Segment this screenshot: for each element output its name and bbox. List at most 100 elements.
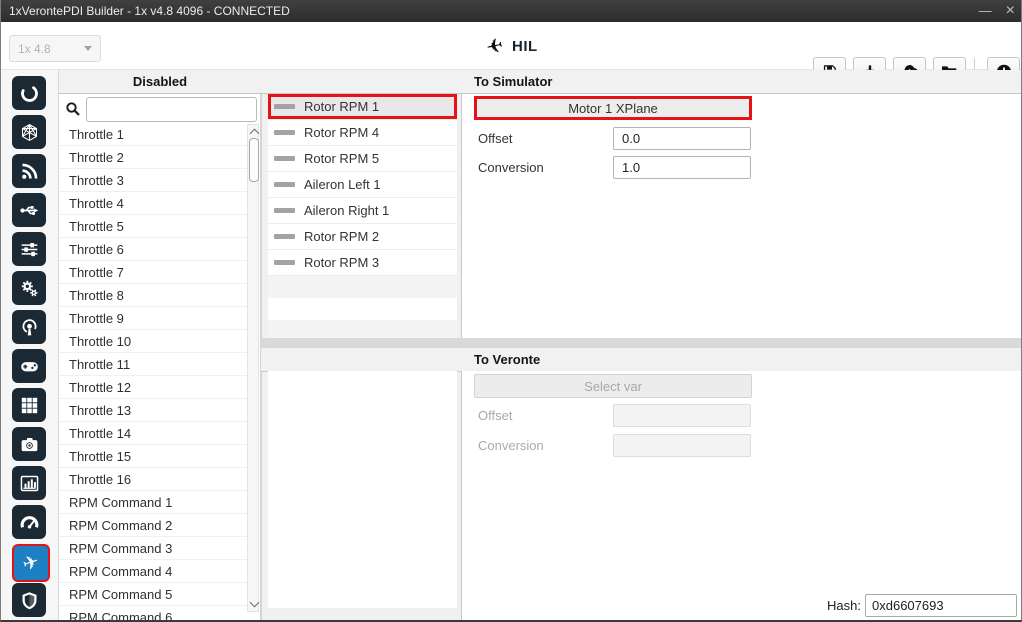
hash-input[interactable] <box>865 594 1017 617</box>
veronte-variables-list <box>268 371 457 608</box>
disabled-variable-item[interactable]: RPM Command 3 <box>59 537 247 560</box>
disabled-variable-item[interactable]: RPM Command 4 <box>59 560 247 583</box>
sidebar-item-stick[interactable] <box>12 349 46 383</box>
disabled-list-scrollbar[interactable] <box>247 124 259 612</box>
veronte-conversion-input <box>613 434 751 457</box>
simulator-conversion-input[interactable] <box>613 156 751 179</box>
disabled-variable-item[interactable]: Throttle 16 <box>59 468 247 491</box>
simulator-variable-item[interactable]: Aileron Right 1 <box>268 198 457 224</box>
drag-handle-icon[interactable] <box>274 182 295 187</box>
veronte-offset-label: Offset <box>478 408 512 423</box>
simulator-variable-item[interactable]: Rotor RPM 4 <box>268 120 457 146</box>
sliders-icon <box>19 239 40 260</box>
sidebar-item-connections[interactable] <box>12 193 46 227</box>
minimize-icon[interactable]: — <box>979 0 992 22</box>
simulator-variable-item[interactable]: Rotor RPM 2 <box>268 224 457 250</box>
section-divider <box>261 338 1022 348</box>
to-simulator-title: To Simulator <box>474 74 552 89</box>
sidebar-item-sensors[interactable] <box>12 310 46 344</box>
disabled-variable-item[interactable]: Throttle 4 <box>59 192 247 215</box>
empty-rows-stripes <box>268 276 457 338</box>
disabled-variable-item[interactable]: Throttle 15 <box>59 445 247 468</box>
window-title: 1xVerontePDI Builder - 1x v4.8 4096 - CO… <box>9 4 290 18</box>
sidebar-item-hil[interactable]: ✈ <box>12 544 50 582</box>
hexagon-mesh-icon <box>19 122 40 143</box>
sidebar-item-platform[interactable] <box>12 115 46 149</box>
to-veronte-header: To Veronte <box>261 348 1022 372</box>
toolbar: 1x 4.8 ✈ HIL <box>1 22 1022 70</box>
veronte-offset-input <box>613 404 751 427</box>
disabled-variable-item[interactable]: Throttle 2 <box>59 146 247 169</box>
simulator-variable-item[interactable]: Rotor RPM 5 <box>268 146 457 172</box>
disabled-variable-item[interactable]: Throttle 8 <box>59 284 247 307</box>
gears-icon <box>19 278 40 299</box>
disabled-variables-list: Throttle 1Throttle 2Throttle 3Throttle 4… <box>59 123 247 620</box>
disabled-variable-item[interactable]: RPM Command 6 <box>59 606 247 620</box>
sidebar-item-dashboard[interactable] <box>12 505 46 539</box>
drag-handle-icon[interactable] <box>274 130 295 135</box>
search-icon <box>64 100 82 118</box>
disabled-variable-item[interactable]: Throttle 11 <box>59 353 247 376</box>
simulator-variable-item[interactable]: Rotor RPM 1 <box>268 94 457 120</box>
sidebar-item-automations[interactable] <box>12 271 46 305</box>
disabled-variable-item[interactable]: Throttle 6 <box>59 238 247 261</box>
search-input[interactable] <box>86 97 257 122</box>
grid-icon <box>19 395 40 416</box>
podcast-icon <box>19 317 40 338</box>
simulator-conversion-label: Conversion <box>478 160 544 175</box>
disabled-variable-item[interactable]: Throttle 14 <box>59 422 247 445</box>
scroll-up-icon[interactable] <box>250 129 260 139</box>
simulator-variable-button[interactable]: Motor 1 XPlane <box>474 96 752 120</box>
sidebar-item-veronte[interactable] <box>12 76 46 110</box>
ring-icon <box>19 83 40 104</box>
sidebar-item-camera[interactable] <box>12 427 46 461</box>
disabled-variable-item[interactable]: RPM Command 5 <box>59 583 247 606</box>
simulator-variables-list: Rotor RPM 1 Rotor RPM 4 Rotor RPM 5 Aile… <box>268 94 457 338</box>
camera-icon <box>19 434 40 455</box>
drag-handle-icon[interactable] <box>274 104 295 109</box>
airplane-icon: ✈ <box>484 32 506 60</box>
version-dropdown-label: 1x 4.8 <box>18 42 51 56</box>
mode-indicator: ✈ HIL <box>486 22 537 70</box>
simulator-variable-item[interactable]: Aileron Left 1 <box>268 172 457 198</box>
close-icon[interactable]: × <box>1006 0 1015 22</box>
shield-icon <box>19 590 40 611</box>
drag-handle-icon[interactable] <box>274 234 295 239</box>
to-veronte-title: To Veronte <box>474 352 540 367</box>
chevron-down-icon <box>84 46 92 51</box>
disabled-panel-title: Disabled <box>133 74 187 89</box>
hash-label: Hash: <box>827 598 861 613</box>
rss-signal-icon <box>19 161 40 182</box>
simulator-offset-input[interactable] <box>613 127 751 150</box>
sidebar-item-control[interactable] <box>12 232 46 266</box>
disabled-variable-item[interactable]: Throttle 3 <box>59 169 247 192</box>
sidebar-item-telemetry-chart[interactable] <box>12 466 46 500</box>
gauge-icon <box>19 512 40 533</box>
sidebar-item-safety[interactable] <box>12 583 46 617</box>
scrollbar-thumb[interactable] <box>249 138 259 182</box>
disabled-variable-item[interactable]: Throttle 7 <box>59 261 247 284</box>
mode-label: HIL <box>512 38 538 55</box>
usb-icon <box>19 200 40 221</box>
bar-chart-icon <box>19 473 40 494</box>
sidebar-item-matrix[interactable] <box>12 388 46 422</box>
disabled-panel-header: Disabled <box>59 70 261 94</box>
disabled-variable-item[interactable]: Throttle 10 <box>59 330 247 353</box>
drag-handle-icon[interactable] <box>274 260 295 265</box>
simulator-variable-item[interactable]: Rotor RPM 3 <box>268 250 457 276</box>
disabled-variable-item[interactable]: Throttle 9 <box>59 307 247 330</box>
disabled-variable-item[interactable]: RPM Command 1 <box>59 491 247 514</box>
drag-handle-icon[interactable] <box>274 156 295 161</box>
disabled-variable-item[interactable]: Throttle 1 <box>59 123 247 146</box>
simulator-offset-label: Offset <box>478 131 512 146</box>
drag-handle-icon[interactable] <box>274 208 295 213</box>
title-bar: 1xVerontePDI Builder - 1x v4.8 4096 - CO… <box>1 0 1022 22</box>
scroll-down-icon[interactable] <box>250 598 260 608</box>
disabled-variable-item[interactable]: Throttle 13 <box>59 399 247 422</box>
disabled-variable-item[interactable]: RPM Command 2 <box>59 514 247 537</box>
disabled-variable-item[interactable]: Throttle 12 <box>59 376 247 399</box>
sidebar-item-telemetry[interactable] <box>12 154 46 188</box>
sidebar: ✈ <box>1 70 59 620</box>
airplane-icon: ✈ <box>20 552 41 575</box>
disabled-variable-item[interactable]: Throttle 5 <box>59 215 247 238</box>
